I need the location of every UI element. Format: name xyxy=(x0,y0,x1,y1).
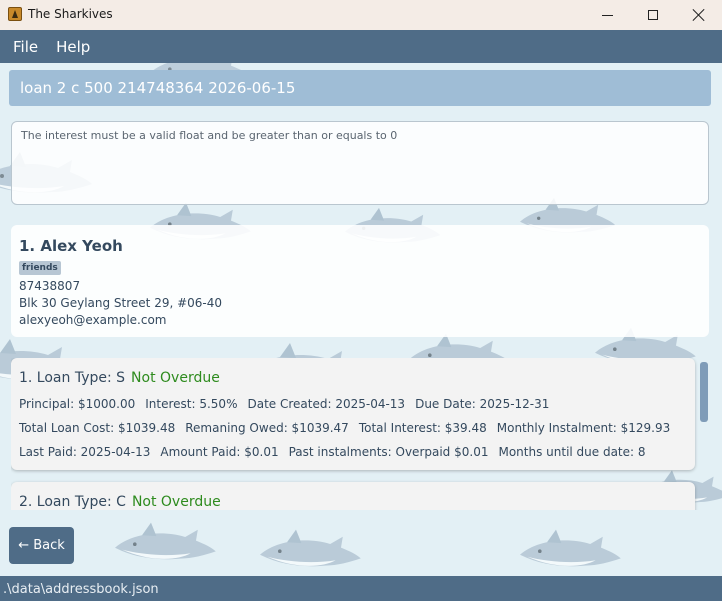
loan-card[interactable]: 2. Loan Type: C Not Overdue xyxy=(11,482,695,510)
command-text: loan 2 c 500 214748364 2026-06-15 xyxy=(20,79,296,97)
person-name: 1. Alex Yeoh xyxy=(19,237,123,255)
tag-badge: friends xyxy=(19,261,61,275)
loan-amount-paid: Amount Paid: $0.01 xyxy=(160,445,279,459)
loan-payment-row: Last Paid: 2025-04-13 Amount Paid: $0.01 P… xyxy=(19,445,646,459)
result-display[interactable]: The interest must be a valid float and b… xyxy=(11,121,709,205)
person-email: alexyeoh@example.com xyxy=(19,313,167,327)
loan-principal: Principal: $1000.00 xyxy=(19,397,136,411)
title-bar: The Sharkives xyxy=(0,0,722,30)
loan-heading: 1. Loan Type: S Not Overdue xyxy=(19,370,220,386)
menu-help[interactable]: Help xyxy=(47,38,99,56)
command-input[interactable]: loan 2 c 500 214748364 2026-06-15 xyxy=(9,70,711,106)
person-phone: 87438807 xyxy=(19,279,81,293)
person-address: Blk 30 Geylang Street 29, #06-40 xyxy=(19,296,223,310)
loan-list-scrollbar[interactable] xyxy=(700,358,708,510)
loan-cost-row: Total Loan Cost: $1039.48 Remaning Owed: … xyxy=(19,421,670,435)
loan-card[interactable]: 1. Loan Type: S Not Overdue Principal: $1… xyxy=(11,358,695,470)
window-title: The Sharkives xyxy=(28,7,113,21)
loan-past-instalments: Past instalments: Overpaid $0.01 xyxy=(288,445,489,459)
close-button[interactable] xyxy=(676,0,722,30)
loan-remaining-owed: Remaning Owed: $1039.47 xyxy=(185,421,349,435)
app-icon xyxy=(8,7,22,21)
scroll-thumb[interactable] xyxy=(700,362,708,422)
loan-total-cost: Total Loan Cost: $1039.48 xyxy=(19,421,176,435)
loan-status: Not Overdue xyxy=(131,370,220,386)
loan-status: Not Overdue xyxy=(131,494,221,510)
loan-type: 2. Loan Type: C xyxy=(19,494,126,510)
close-icon xyxy=(693,9,705,21)
loan-monthly-instalment: Monthly Instalment: $129.93 xyxy=(496,421,671,435)
result-message: The interest must be a valid float and b… xyxy=(21,129,398,142)
loan-interest: Interest: 5.50% xyxy=(145,397,238,411)
loan-total-interest: Total Interest: $39.48 xyxy=(358,421,487,435)
menu-bar: File Help xyxy=(0,30,722,63)
loan-details-row: Principal: $1000.00 Interest: 5.50% Date C… xyxy=(19,397,549,411)
person-card[interactable]: 1. Alex Yeoh friends 87438807 Blk 30 Gey… xyxy=(11,225,709,337)
loan-list[interactable]: 1. Loan Type: S Not Overdue Principal: $1… xyxy=(11,358,711,510)
maximize-icon xyxy=(648,10,658,20)
status-bar: .\data\addressbook.json xyxy=(0,576,722,601)
minimize-button[interactable] xyxy=(584,0,630,30)
data-file-path: .\data\addressbook.json xyxy=(3,582,159,597)
back-button[interactable]: ← Back xyxy=(9,527,74,564)
main-content: loan 2 c 500 214748364 2026-06-15 The in… xyxy=(0,63,722,576)
loan-due-date: Due Date: 2025-12-31 xyxy=(415,397,550,411)
maximize-button[interactable] xyxy=(630,0,676,30)
menu-file[interactable]: File xyxy=(4,38,47,56)
loan-type: 1. Loan Type: S xyxy=(19,370,126,386)
loan-months-until-due: Months until due date: 8 xyxy=(498,445,646,459)
minimize-icon xyxy=(601,14,613,16)
loan-heading: 2. Loan Type: C Not Overdue xyxy=(19,494,221,510)
loan-date-created: Date Created: 2025-04-13 xyxy=(247,397,406,411)
loan-last-paid: Last Paid: 2025-04-13 xyxy=(19,445,151,459)
